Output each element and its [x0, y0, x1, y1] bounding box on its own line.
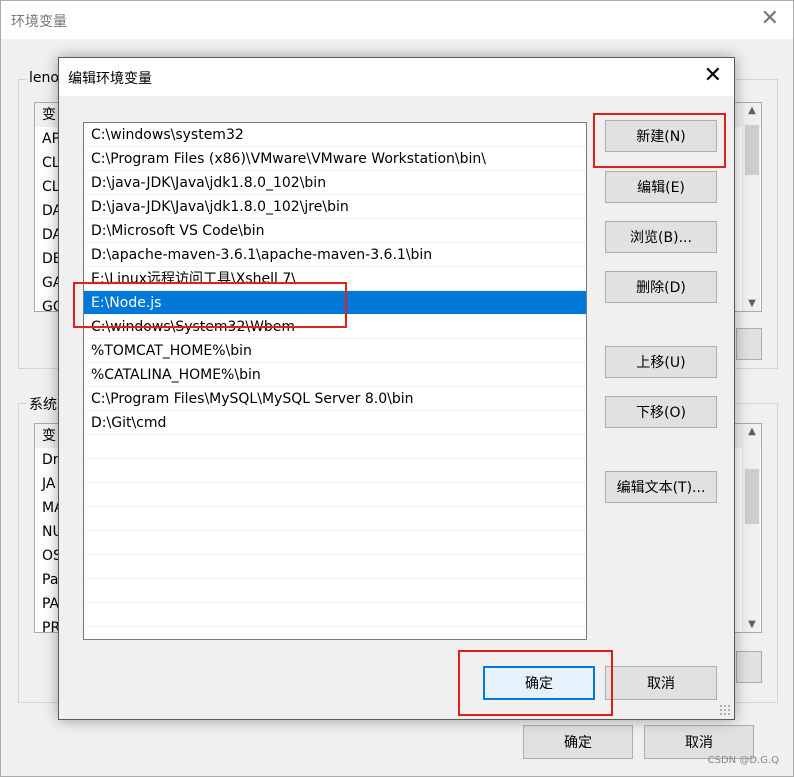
dialog-title: 编辑环境变量	[68, 71, 152, 87]
scroll-down-icon[interactable]: ▼	[743, 298, 761, 309]
path-entry[interactable]: C:\windows\System32\Wbem	[84, 315, 586, 339]
edit-text-button[interactable]: 编辑文本(T)...	[605, 471, 717, 503]
empty-path-row[interactable]	[84, 435, 586, 459]
close-icon[interactable]: ✕	[704, 64, 722, 88]
edit-button[interactable]: 编辑(E)	[605, 171, 717, 203]
edit-environment-variable-dialog: 编辑环境变量 ✕ C:\windows\system32 C:\Program F…	[58, 57, 735, 720]
system-variables-label: 系统	[27, 394, 59, 414]
empty-path-row[interactable]	[84, 507, 586, 531]
path-entries-list[interactable]: C:\windows\system32 C:\Program Files (x86…	[83, 122, 587, 640]
cancel-button[interactable]: 取消	[605, 666, 717, 700]
scroll-thumb[interactable]	[745, 125, 759, 175]
dialog-titlebar: 编辑环境变量 ✕	[59, 58, 734, 96]
delete-button[interactable]: 删除(D)	[605, 271, 717, 303]
path-entry[interactable]: D:\java-JDK\Java\jdk1.8.0_102\jre\bin	[84, 195, 586, 219]
new-button[interactable]: 新建(N)	[605, 120, 717, 152]
path-entry[interactable]: E:\Linux远程访问工具\Xshell 7\	[84, 267, 586, 291]
path-entry[interactable]: %CATALINA_HOME%\bin	[84, 363, 586, 387]
path-entry[interactable]: C:\Program Files (x86)\VMware\VMware Wor…	[84, 147, 586, 171]
path-entry[interactable]: C:\windows\system32	[84, 123, 586, 147]
empty-path-row[interactable]	[84, 555, 586, 579]
watermark: CSDN @D.G.Q	[707, 755, 779, 766]
empty-path-row[interactable]	[84, 459, 586, 483]
resize-grip-icon[interactable]	[719, 704, 731, 716]
bg-ok-button[interactable]: 确定	[523, 725, 633, 759]
empty-path-row[interactable]	[84, 531, 586, 555]
path-entry[interactable]: %TOMCAT_HOME%\bin	[84, 339, 586, 363]
scroll-up-icon[interactable]: ▲	[743, 105, 761, 116]
path-entry[interactable]: D:\apache-maven-3.6.1\apache-maven-3.6.1…	[84, 243, 586, 267]
path-entry[interactable]: D:\Git\cmd	[84, 411, 586, 435]
bg-system-partial-button[interactable]	[736, 651, 762, 683]
system-variables-scrollbar[interactable]: ▲ ▼	[742, 424, 760, 632]
bg-window-title: 环境变量	[11, 14, 67, 30]
scroll-up-icon[interactable]: ▲	[743, 426, 761, 437]
path-entry[interactable]: D:\Microsoft VS Code\bin	[84, 219, 586, 243]
empty-path-row[interactable]	[84, 579, 586, 603]
path-entry[interactable]: E:\Node.js	[84, 291, 586, 315]
move-down-button[interactable]: 下移(O)	[605, 396, 717, 428]
ok-button[interactable]: 确定	[483, 666, 595, 700]
path-entry[interactable]: D:\java-JDK\Java\jdk1.8.0_102\bin	[84, 171, 586, 195]
empty-path-row[interactable]	[84, 483, 586, 507]
bg-cancel-button[interactable]: 取消	[644, 725, 754, 759]
user-variables-scrollbar[interactable]: ▲ ▼	[742, 103, 760, 311]
bg-user-partial-button[interactable]	[736, 328, 762, 360]
user-variables-label: leno	[27, 70, 61, 86]
bg-close-icon[interactable]: ✕	[761, 7, 779, 31]
scroll-down-icon[interactable]: ▼	[743, 619, 761, 630]
bg-titlebar: 环境变量 ✕	[1, 1, 793, 39]
path-entry[interactable]: C:\Program Files\MySQL\MySQL Server 8.0\…	[84, 387, 586, 411]
scroll-thumb[interactable]	[745, 469, 759, 524]
empty-path-row[interactable]	[84, 603, 586, 627]
move-up-button[interactable]: 上移(U)	[605, 346, 717, 378]
browse-button[interactable]: 浏览(B)...	[605, 221, 717, 253]
